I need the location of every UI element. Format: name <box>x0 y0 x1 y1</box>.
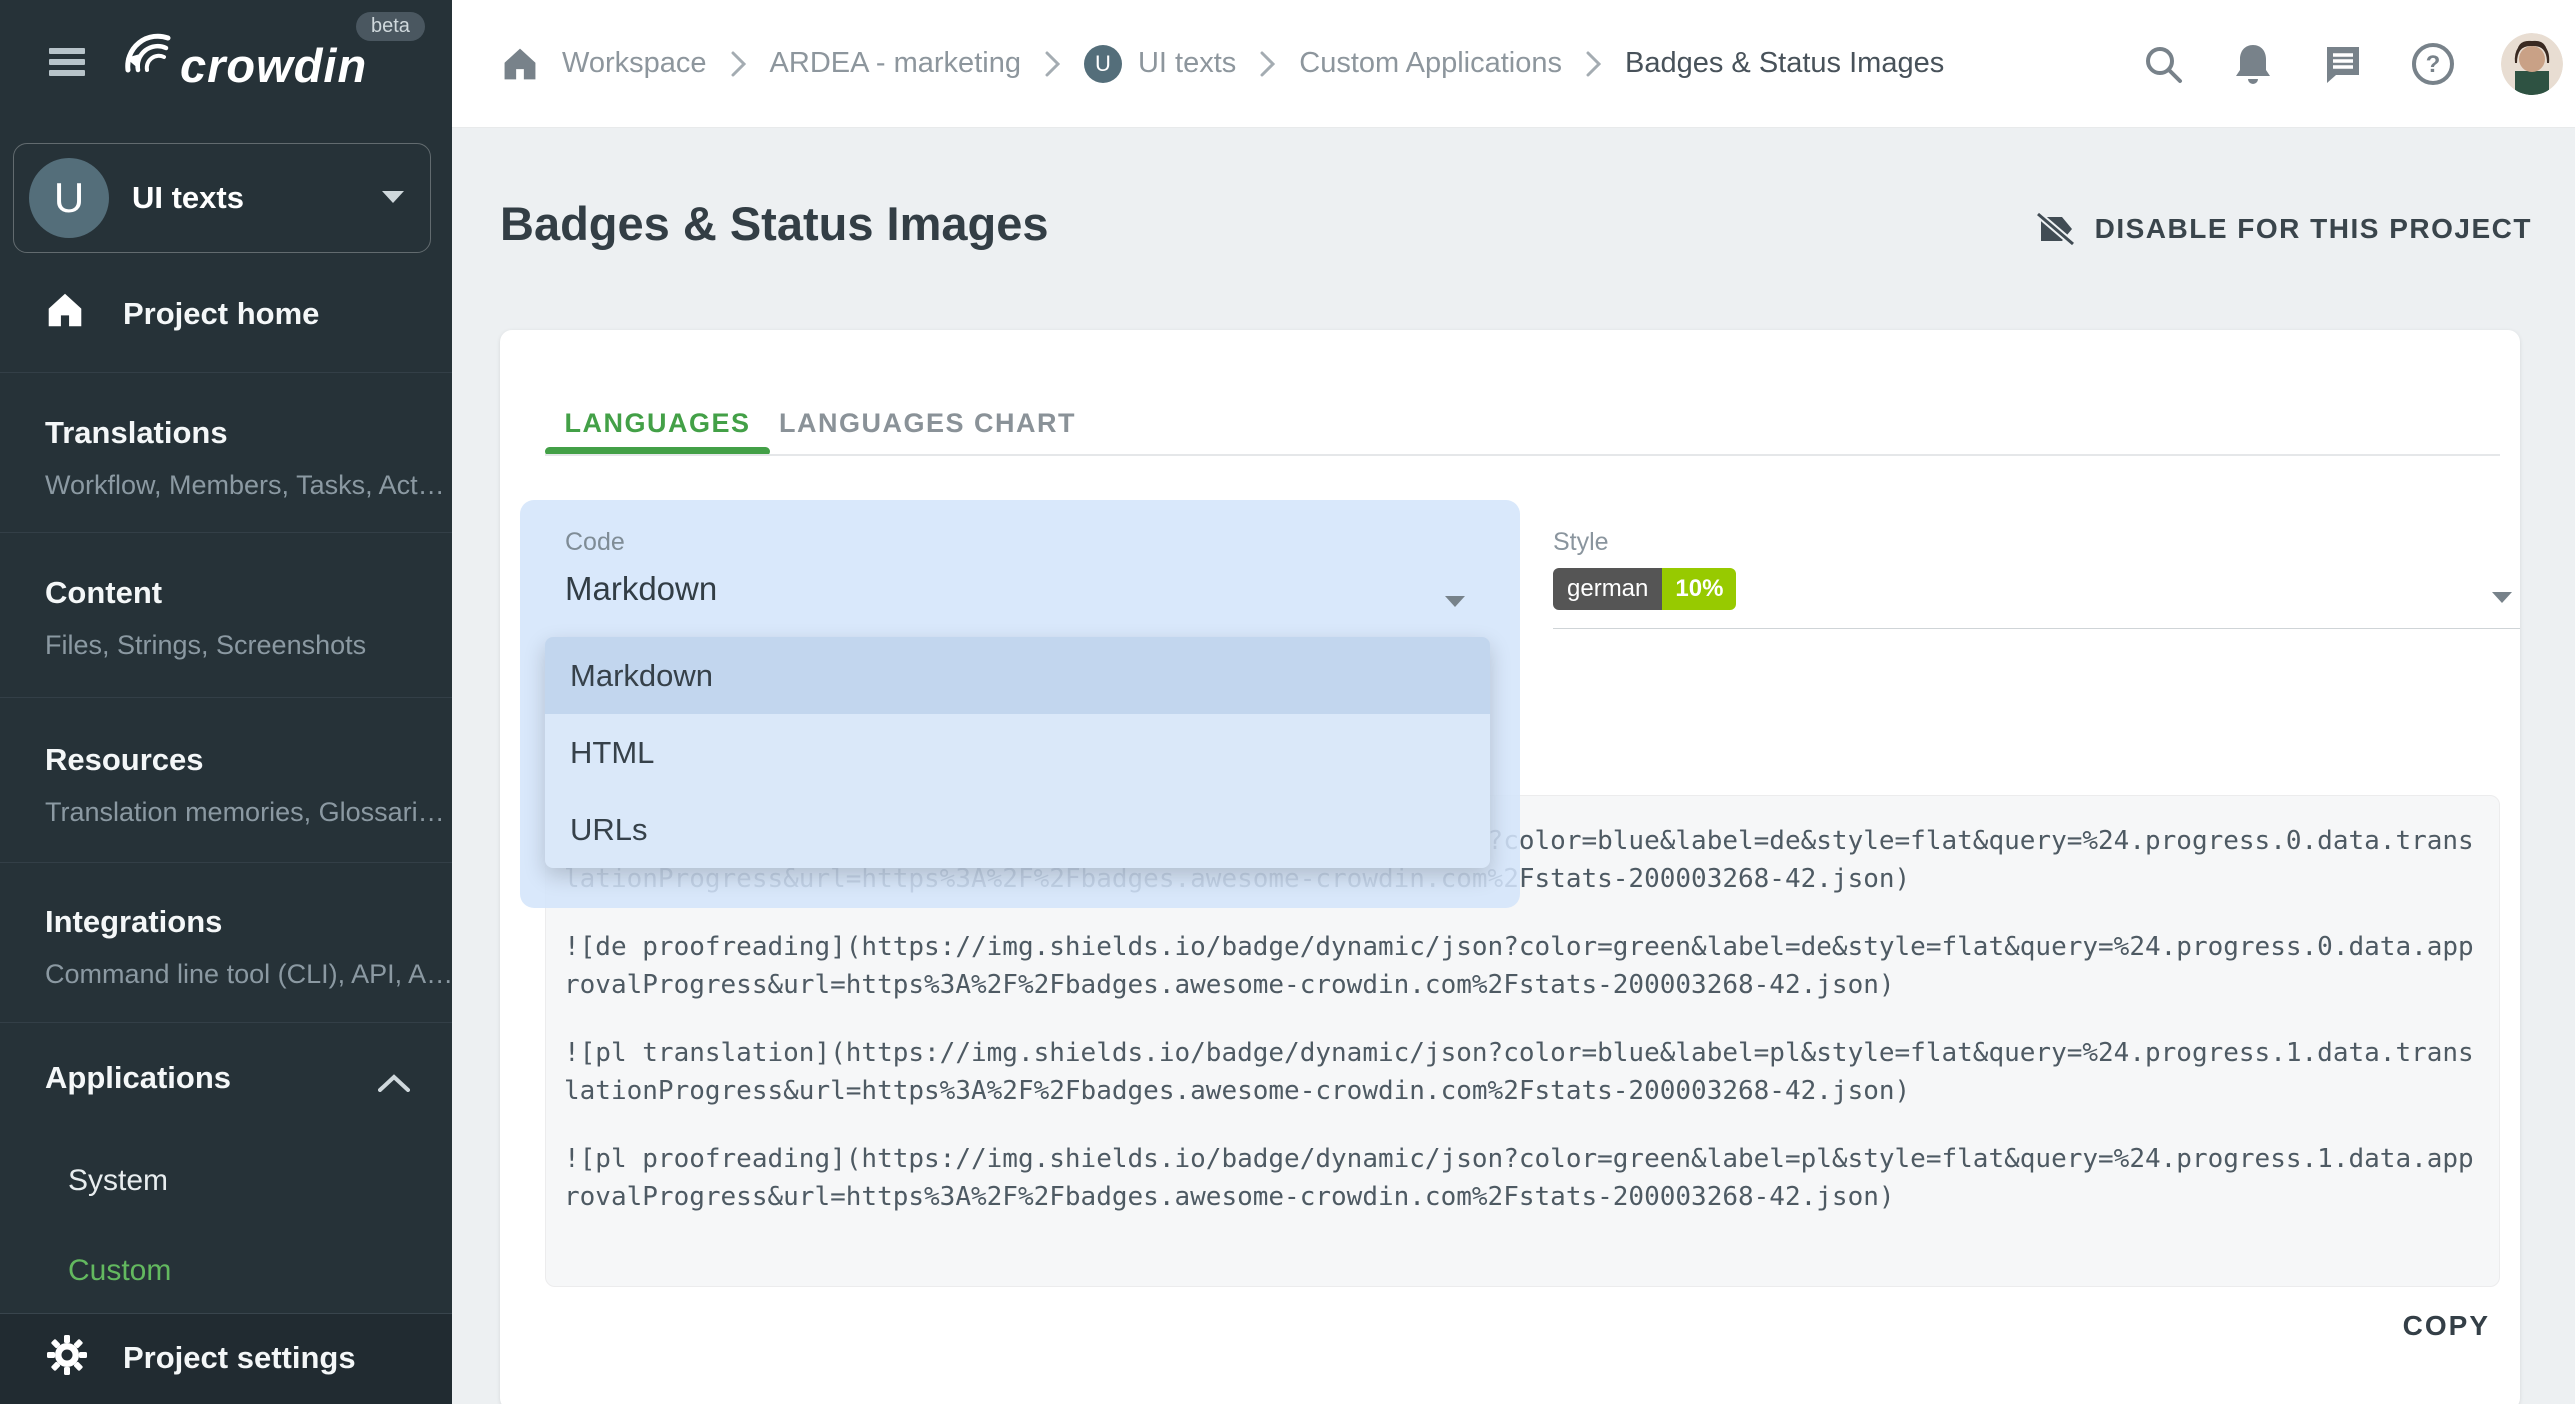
code-line: ![pl translation](https://img.shields.io… <box>564 1034 2481 1110</box>
crowdin-logo-icon <box>118 30 176 94</box>
sidebar: crowdin beta U UI texts Project home Tra… <box>0 0 452 1404</box>
section-subtitle: Workflow, Members, Tasks, Act… <box>45 470 445 501</box>
select-underline <box>1553 628 2520 629</box>
crowdin-logo-text: crowdin <box>180 38 367 93</box>
chevron-down-icon <box>382 191 404 203</box>
topbar: Workspace ARDEA - marketing U UI texts C… <box>452 0 2575 128</box>
code-line: ![pl proofreading](https://img.shields.i… <box>564 1140 2481 1216</box>
label-off-icon <box>2037 212 2075 246</box>
sidebar-item-integrations[interactable]: Integrations Command line tool (CLI), AP… <box>0 862 452 1023</box>
breadcrumb-avatar: U <box>1084 45 1122 83</box>
breadcrumb: Workspace ARDEA - marketing U UI texts C… <box>502 0 1944 127</box>
code-select-menu: Markdown HTML URLs <box>545 637 1490 868</box>
help-icon: ? <box>2411 42 2455 86</box>
section-title: Translations <box>45 415 228 451</box>
chevron-right-icon <box>1045 51 1060 77</box>
sidebar-item-project-home[interactable]: Project home <box>0 252 452 373</box>
topbar-actions: ? <box>2141 0 2563 127</box>
sidebar-item-content[interactable]: Content Files, Strings, Screenshots <box>0 532 452 698</box>
sidebar-item-translations[interactable]: Translations Workflow, Members, Tasks, A… <box>0 372 452 533</box>
code-line: ![de proofreading](https://img.shields.i… <box>564 928 2481 1004</box>
breadcrumb-item-workspace[interactable]: Workspace <box>562 47 707 80</box>
project-avatar: U <box>29 158 109 238</box>
chat-icon <box>2322 43 2364 85</box>
home-icon <box>46 292 84 328</box>
section-subtitle: Translation memories, Glossari… <box>45 797 445 828</box>
disable-for-project-button[interactable]: DISABLE FOR THIS PROJECT <box>2037 212 2532 246</box>
section-title: Content <box>45 575 162 611</box>
sidebar-item-label: Project settings <box>123 1340 356 1376</box>
section-subtitle: Command line tool (CLI), API, A… <box>45 959 453 990</box>
style-select[interactable]: Style german 10% <box>1553 500 2520 630</box>
apps-item-label: System <box>68 1164 168 1198</box>
user-avatar[interactable] <box>2501 33 2563 95</box>
breadcrumb-item-current: Badges & Status Images <box>1625 47 1944 80</box>
apps-item-label: Custom <box>68 1254 171 1288</box>
code-selected-value: Markdown <box>565 570 717 608</box>
section-subtitle: Files, Strings, Screenshots <box>45 630 366 661</box>
chevron-right-icon <box>1260 51 1275 77</box>
chevron-right-icon <box>1586 51 1601 77</box>
chevron-up-icon <box>378 1074 410 1092</box>
menu-option-urls[interactable]: URLs <box>545 791 1490 868</box>
svg-text:?: ? <box>2426 51 2441 78</box>
sidebar-item-custom[interactable]: Custom <box>0 1236 452 1306</box>
section-title: Resources <box>45 742 204 778</box>
section-title: Integrations <box>45 904 222 940</box>
bell-icon <box>2233 42 2273 86</box>
search-button[interactable] <box>2141 42 2185 86</box>
code-label: Code <box>565 528 625 557</box>
sidebar-item-applications[interactable]: Applications <box>0 1052 452 1112</box>
project-name: UI texts <box>132 180 244 216</box>
crowdin-app: crowdin beta U UI texts Project home Tra… <box>0 0 2575 1404</box>
breadcrumb-item-custom-applications[interactable]: Custom Applications <box>1299 47 1562 80</box>
page-title: Badges & Status Images <box>500 196 1049 251</box>
style-label: Style <box>1553 528 1609 557</box>
badge-language-segment: german <box>1553 568 1662 610</box>
breadcrumb-item-project[interactable]: ARDEA - marketing <box>770 47 1021 80</box>
sidebar-item-resources[interactable]: Resources Translation memories, Glossari… <box>0 697 452 863</box>
chevron-down-icon <box>2492 592 2512 603</box>
badge-percent-segment: 10% <box>1662 568 1736 610</box>
sidebar-item-project-settings[interactable]: Project settings <box>0 1313 452 1404</box>
menu-option-markdown[interactable]: Markdown <box>545 637 1490 714</box>
tab-divider <box>545 454 2500 456</box>
disable-button-label: DISABLE FOR THIS PROJECT <box>2095 213 2532 245</box>
menu-option-html[interactable]: HTML <box>545 714 1490 791</box>
home-icon[interactable] <box>502 47 538 81</box>
style-badge-preview: german 10% <box>1553 568 1736 610</box>
sidebar-item-system[interactable]: System <box>0 1146 452 1216</box>
badges-card: LANGUAGES LANGUAGES CHART Style german 1… <box>500 330 2520 1404</box>
section-title: Applications <box>45 1060 231 1096</box>
gear-icon <box>46 1334 88 1376</box>
tab-languages-chart[interactable]: LANGUAGES CHART <box>770 390 1085 456</box>
search-icon <box>2142 43 2184 85</box>
notifications-button[interactable] <box>2231 42 2275 86</box>
hamburger-menu-icon[interactable] <box>49 48 85 76</box>
code-select[interactable]: Code Markdown Markdown HTML URLs <box>520 500 1520 908</box>
chevron-right-icon <box>731 51 746 77</box>
chevron-down-icon <box>1445 596 1465 607</box>
sidebar-item-label: Project home <box>123 296 319 332</box>
help-button[interactable]: ? <box>2411 42 2455 86</box>
copy-button[interactable]: COPY <box>2403 1310 2490 1342</box>
beta-badge: beta <box>356 12 425 41</box>
project-switcher[interactable]: U UI texts <box>13 143 431 253</box>
breadcrumb-item-ui-texts[interactable]: UI texts <box>1138 47 1236 80</box>
messages-button[interactable] <box>2321 42 2365 86</box>
